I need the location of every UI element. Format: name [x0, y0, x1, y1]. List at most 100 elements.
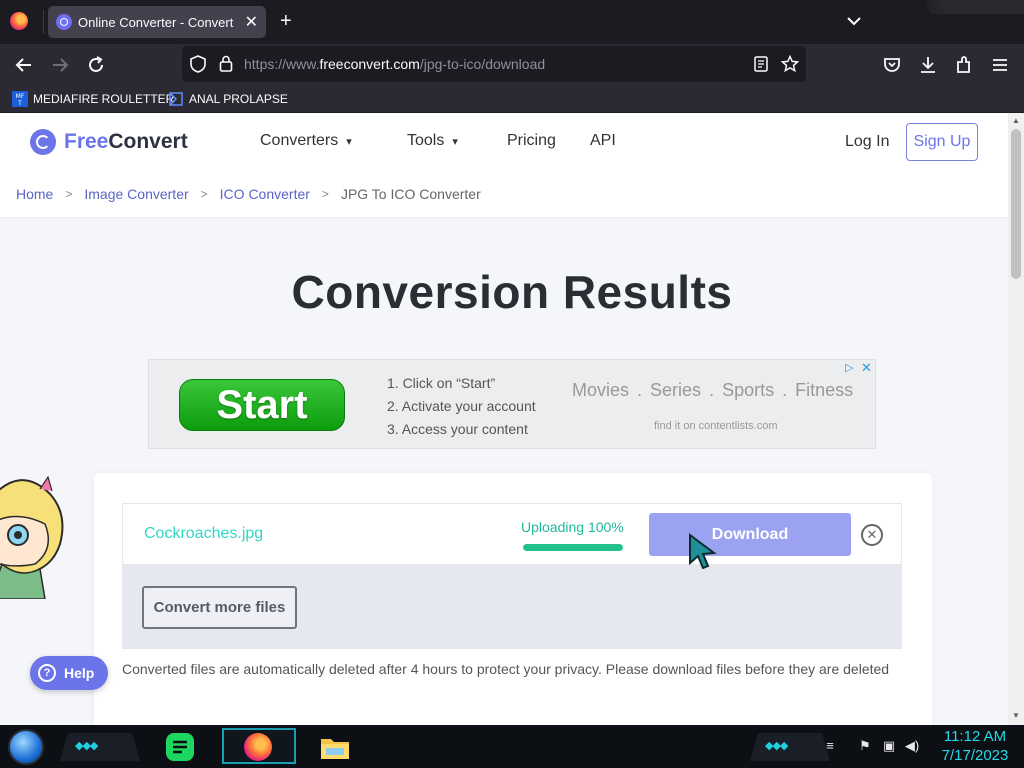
ad-category: Movies — [572, 380, 630, 400]
bookmark-favicon-icon — [169, 92, 183, 106]
ad-steps: 1. Click on “Start” 2. Activate your acc… — [387, 372, 536, 441]
nav-pricing-label: Pricing — [507, 132, 556, 149]
url-domain: freeconvert.com — [319, 56, 420, 72]
ad-category-separator: . — [637, 380, 643, 400]
system-clock[interactable]: 11:12 AM 7/17/2023 — [930, 727, 1020, 765]
page-title: Conversion Results — [291, 266, 733, 318]
url-prefix: https://www. — [244, 56, 320, 72]
taskbar-chevrons-icon: ◆◆◆ — [75, 740, 98, 752]
chevron-right-icon: > — [65, 187, 73, 201]
list-all-tabs-icon[interactable] — [845, 12, 863, 30]
freeconvert-logo[interactable]: FreeConvert — [30, 129, 188, 155]
breadcrumb: Home > Image Converter > ICO Converter >… — [16, 186, 481, 202]
signup-button[interactable]: Sign Up — [906, 123, 978, 161]
login-link[interactable]: Log In — [845, 133, 889, 151]
logo-wordmark: FreeConvert — [64, 130, 188, 154]
advertisement-banner[interactable]: Start 1. Click on “Start” 2. Activate yo… — [148, 359, 876, 449]
back-icon[interactable] — [13, 54, 35, 76]
start-menu-orb-icon[interactable] — [8, 729, 44, 765]
bookmark-label: MEDIAFIRE ROULETTER — [33, 92, 175, 106]
scroll-down-arrow-icon[interactable]: ▼ — [1012, 711, 1020, 720]
remove-file-icon[interactable]: ✕ — [861, 524, 883, 546]
firefox-menu-icon[interactable] — [10, 12, 28, 30]
nav-converters[interactable]: Converters ▾ — [260, 132, 352, 150]
download-button[interactable]: Download — [649, 513, 851, 556]
os-taskbar: ◆◆◆ ◆◆◆ ≡ ⚑ ▣ ◀) 11:12 AM 7/17/2023 — [0, 725, 1024, 768]
firefox-taskbar-button[interactable] — [222, 728, 296, 764]
bookmarks-toolbar: MF T MEDIAFIRE ROULETTER ANAL PROLAPSE — [0, 86, 1024, 112]
url-text[interactable]: https://www.freeconvert.com/jpg-to-ico/d… — [244, 56, 545, 72]
ad-step: 2. Activate your account — [387, 398, 536, 414]
site-header: FreeConvert Converters ▾ Tools ▾ Pricing… — [0, 113, 1008, 218]
tab-title: Online Converter - Convert Ima — [78, 15, 238, 30]
nav-pricing[interactable]: Pricing — [507, 132, 556, 150]
ad-category: Series — [650, 380, 702, 400]
file-row: Cockroaches.jpg Uploading 100% Download … — [122, 503, 902, 565]
bookmark-label: ANAL PROLAPSE — [189, 92, 288, 106]
ad-step: 3. Access your content — [387, 421, 528, 437]
scrollbar-thumb[interactable] — [1011, 129, 1021, 279]
url-path: /jpg-to-ico/download — [419, 56, 546, 72]
taskbar-chevrons-icon: ◆◆◆ — [765, 740, 788, 752]
downloads-icon[interactable] — [917, 54, 939, 76]
app-menu-icon[interactable] — [989, 54, 1011, 76]
upload-progress-fill — [523, 544, 623, 551]
chevron-right-icon: > — [200, 187, 208, 201]
notes-app-icon[interactable] — [163, 730, 197, 764]
help-label: Help — [64, 665, 95, 681]
adchoices-icon[interactable]: ▷ — [845, 361, 859, 375]
bookmark-star-icon[interactable] — [781, 55, 799, 73]
pocket-icon[interactable] — [881, 54, 903, 76]
convert-more-files-button[interactable]: Convert more files — [142, 586, 297, 629]
tab-separator — [43, 10, 44, 34]
network-icon[interactable]: ▣ — [881, 738, 897, 754]
svg-text:T: T — [17, 100, 22, 107]
mascot-character-image — [0, 475, 64, 599]
scroll-up-arrow-icon[interactable]: ▲ — [1012, 116, 1020, 125]
help-button[interactable]: ? Help — [30, 656, 108, 690]
url-bar[interactable]: https://www.freeconvert.com/jpg-to-ico/d… — [182, 46, 806, 82]
ad-start-button[interactable]: Start — [179, 379, 345, 431]
taskbar-decoration — [750, 733, 830, 761]
chevron-down-icon: ▾ — [346, 135, 352, 148]
page-scrollbar[interactable]: ▲ ▼ — [1008, 113, 1024, 725]
convert-more-area: Convert more files — [122, 565, 902, 649]
reload-icon[interactable] — [85, 54, 107, 76]
tracking-protection-shield-icon[interactable] — [190, 55, 206, 73]
action-center-flag-icon[interactable]: ⚑ — [857, 738, 873, 754]
svg-text:MF: MF — [16, 93, 25, 100]
tab-close-icon[interactable]: ✕ — [245, 12, 258, 32]
ad-category-separator: . — [782, 380, 788, 400]
ad-step: 1. Click on “Start” — [387, 375, 496, 391]
nav-converters-label: Converters — [260, 132, 339, 149]
bookmark-anal-prolapse[interactable]: ANAL PROLAPSE — [168, 90, 288, 108]
tab-active[interactable]: Online Converter - Convert Ima ✕ — [48, 6, 266, 38]
browser-tab-bar: Online Converter - Convert Ima ✕ + — [0, 0, 1024, 44]
chevron-down-icon: ▾ — [452, 135, 458, 148]
new-tab-button[interactable]: + — [280, 10, 292, 32]
extensions-icon[interactable] — [953, 54, 975, 76]
ad-footer-text: find it on contentlists.com — [654, 420, 778, 432]
nav-tools[interactable]: Tools ▾ — [407, 132, 458, 150]
ad-close-icon[interactable]: ✕ — [861, 361, 875, 375]
ad-category: Fitness — [795, 380, 854, 400]
breadcrumb-image-converter[interactable]: Image Converter — [84, 186, 188, 202]
file-name: Cockroaches.jpg — [144, 525, 264, 542]
mouse-cursor — [689, 533, 717, 569]
breadcrumb-ico-converter[interactable]: ICO Converter — [220, 186, 310, 202]
lock-icon[interactable] — [219, 55, 233, 72]
tab-favicon-icon — [56, 14, 72, 30]
bookmark-mediafire-rouletter[interactable]: MF T MEDIAFIRE ROULETTER — [12, 90, 174, 108]
firefox-icon — [244, 733, 272, 761]
forward-icon[interactable] — [49, 54, 71, 76]
nav-api[interactable]: API — [590, 132, 616, 150]
tray-menu-icon[interactable]: ≡ — [822, 738, 838, 754]
nav-tools-label: Tools — [407, 132, 445, 149]
logo-word-free: Free — [64, 130, 109, 153]
reader-view-icon[interactable] — [754, 56, 768, 72]
volume-icon[interactable]: ◀) — [904, 738, 920, 754]
file-explorer-icon[interactable] — [318, 730, 352, 764]
breadcrumb-home[interactable]: Home — [16, 186, 53, 202]
clock-date: 7/17/2023 — [941, 747, 1009, 764]
nav-api-label: API — [590, 132, 616, 149]
